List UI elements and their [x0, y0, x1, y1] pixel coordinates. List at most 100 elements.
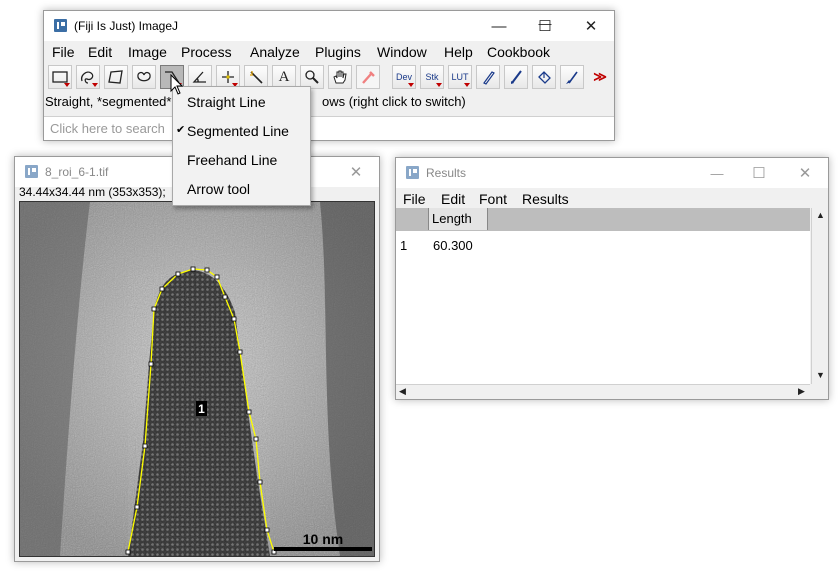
table-row[interactable]: 1 60.300	[396, 238, 796, 256]
menu-help[interactable]: Help	[444, 44, 473, 60]
flood-fill-tool[interactable]	[532, 65, 556, 89]
index-column-header[interactable]	[396, 208, 429, 230]
image-info: 34.44x34.44 nm (353x353);	[19, 185, 166, 199]
menu-process[interactable]: Process	[181, 44, 232, 60]
status-bar: Straight, *segmented* ows (right click t…	[44, 92, 614, 114]
close-button-results[interactable]: ✕	[782, 158, 828, 188]
scrolling-tool[interactable]	[328, 65, 352, 89]
angle-icon	[192, 71, 206, 83]
vertical-scrollbar[interactable]: ▲ ▼	[811, 208, 828, 384]
lut-tool[interactable]: LUT	[448, 65, 472, 89]
results-menubar: File Edit Font Results	[396, 188, 828, 210]
hand-icon	[333, 70, 347, 84]
checkmark-icon: ✔	[176, 124, 186, 136]
fiji-app-icon	[54, 19, 67, 32]
row-index: 1	[400, 238, 408, 253]
lut-label: LUT	[451, 72, 469, 82]
tool-menu-indicator	[408, 83, 414, 87]
length-column-header[interactable]: Length	[429, 208, 488, 230]
roi-label: 1	[198, 402, 205, 416]
pencil-tool[interactable]	[476, 65, 500, 89]
results-menu-font[interactable]: Font	[479, 191, 507, 207]
imagej-toolbar: A Dev Stk LUT ≫	[44, 63, 614, 91]
menu-cookbook[interactable]: Cookbook	[487, 44, 550, 60]
horizontal-scrollbar[interactable]: ◀ ▶	[396, 384, 810, 399]
polygon-icon	[108, 70, 123, 84]
minimize-button-imagej[interactable]: —	[476, 11, 522, 41]
menu-item-label: Straight Line	[187, 94, 266, 110]
scale-bar-label: 10 nm	[303, 531, 343, 547]
fiji-app-icon	[406, 166, 419, 179]
close-button-image[interactable]: ✕	[333, 157, 379, 187]
menu-image[interactable]: Image	[128, 44, 167, 60]
imagej-title: (Fiji Is Just) ImageJ	[74, 19, 179, 33]
scroll-left-arrow-icon[interactable]: ◀	[399, 386, 406, 397]
more-tools-icon: ≫	[593, 69, 607, 84]
results-table: Length 1 60.300	[396, 208, 810, 384]
menu-item-label: Freehand Line	[187, 152, 278, 168]
scale-bar	[274, 547, 372, 551]
search-bar	[44, 116, 614, 140]
freehand-icon	[137, 71, 151, 82]
magic-wand-icon	[250, 71, 263, 84]
eyedropper-icon	[362, 71, 375, 84]
rectangle-tool[interactable]	[48, 65, 72, 89]
status-text-right: ows (right click to switch)	[322, 94, 466, 109]
menu-analyze[interactable]: Analyze	[250, 44, 300, 60]
scroll-up-arrow-icon[interactable]: ▲	[816, 210, 825, 220]
close-button-imagej[interactable]: ✕	[568, 11, 614, 41]
tool-menu-indicator	[64, 83, 70, 87]
results-title: Results	[426, 166, 467, 180]
tool-menu-indicator	[92, 83, 98, 87]
color-picker-tool[interactable]	[356, 65, 380, 89]
menu-window[interactable]: Window	[377, 44, 427, 60]
micrograph-image: 1 10 nm	[20, 202, 374, 556]
maximize-button-imagej[interactable]: ☐	[522, 11, 568, 41]
results-menu-results[interactable]: Results	[522, 191, 569, 207]
tool-menu-indicator	[436, 83, 442, 87]
paint-bucket-icon	[538, 71, 551, 84]
paintbrush-icon	[511, 70, 522, 84]
scroll-down-arrow-icon[interactable]: ▼	[816, 370, 825, 380]
menu-plugins[interactable]: Plugins	[315, 44, 361, 60]
image-canvas[interactable]: 1 10 nm	[19, 201, 375, 557]
stk-label: Stk	[425, 72, 439, 82]
image-window: 8_roi_6-1.tif ✕ 34.44x34.44 nm (353x353)…	[14, 156, 380, 562]
oval-tool[interactable]	[76, 65, 100, 89]
menu-item-segmented-line[interactable]: ✔ Segmented Line	[173, 116, 310, 145]
menu-file[interactable]: File	[52, 44, 75, 60]
rectangle-icon	[52, 71, 68, 83]
menu-item-arrow-tool[interactable]: Arrow tool	[173, 174, 310, 203]
imagej-menubar: File Edit Image Process Analyze Plugins …	[44, 41, 614, 63]
mouse-cursor-icon	[170, 74, 184, 95]
minimize-button-results[interactable]: —	[694, 158, 740, 188]
menu-edit[interactable]: Edit	[88, 44, 112, 60]
menu-item-freehand-line[interactable]: Freehand Line	[173, 145, 310, 174]
tool-menu-indicator	[464, 83, 470, 87]
image-window-title: 8_roi_6-1.tif	[45, 165, 109, 179]
pencil-icon	[483, 71, 495, 85]
maximize-button-results[interactable]: ☐	[736, 158, 782, 188]
polygon-tool[interactable]	[104, 65, 128, 89]
scroll-right-arrow-icon[interactable]: ▶	[798, 386, 805, 397]
line-tool-popup-menu: Straight Line ✔ Segmented Line Freehand …	[172, 86, 311, 206]
paintbrush-tool[interactable]	[504, 65, 528, 89]
more-tools-button[interactable]: ≫	[588, 65, 612, 89]
fiji-app-icon	[25, 165, 38, 178]
stk-tool[interactable]: Stk	[420, 65, 444, 89]
dev-label: Dev	[395, 72, 412, 82]
results-header-row: Length	[396, 208, 810, 231]
search-input[interactable]	[44, 117, 614, 139]
menu-item-straight-line[interactable]: Straight Line	[173, 87, 310, 116]
status-text-left: Straight, *segmented*	[45, 94, 172, 109]
dev-tool[interactable]: Dev	[392, 65, 416, 89]
menu-item-label: Arrow tool	[187, 181, 251, 197]
brush-tool[interactable]	[560, 65, 584, 89]
magnifier-icon	[305, 70, 319, 84]
imagej-main-window: (Fiji Is Just) ImageJ — — ☐ ✕ File Edit …	[43, 10, 615, 141]
results-window: Results — ☐ ✕ File Edit Font Results Len…	[395, 157, 829, 400]
menu-item-label: Segmented Line	[187, 123, 289, 139]
results-menu-file[interactable]: File	[403, 191, 426, 207]
results-menu-edit[interactable]: Edit	[441, 191, 465, 207]
freehand-tool[interactable]	[132, 65, 156, 89]
